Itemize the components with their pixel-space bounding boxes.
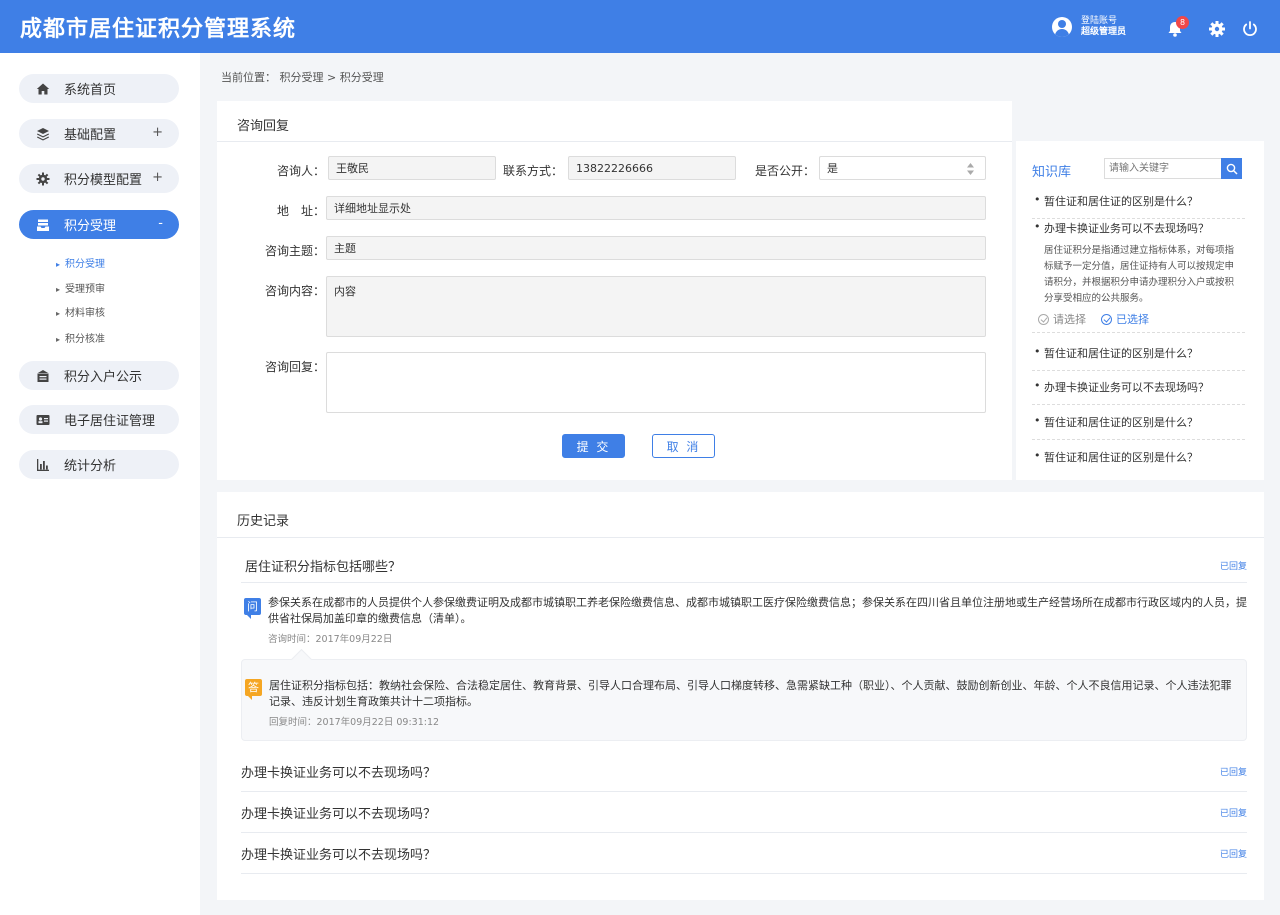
sidebar-item-points-acceptance[interactable]: 积分受理 -: [19, 210, 179, 239]
content-field[interactable]: 内容: [326, 276, 986, 337]
asker-label: 咨询人：: [276, 164, 325, 178]
public-label: 是否公开：: [754, 164, 815, 178]
announce-icon: [37, 369, 49, 382]
reply-textarea[interactable]: [326, 352, 986, 413]
status-badge: 已回复: [1219, 850, 1247, 860]
public-select[interactable]: 是: [819, 156, 986, 180]
breadcrumb: 当前位置： 积分受理 > 积分受理: [221, 71, 384, 84]
notification-badge: 8: [1176, 16, 1189, 29]
sidebar-item-residency-announce[interactable]: 积分入户公示: [19, 361, 179, 390]
avatar-icon: [1052, 17, 1072, 37]
select-arrows-icon: [967, 163, 974, 175]
public-select-value: 是: [827, 162, 838, 175]
address-field[interactable]: 详细地址显示处: [326, 196, 986, 220]
kb-question[interactable]: 暂住证和居住证的区别是什么？: [1032, 449, 1245, 474]
sidebar-item-label: 积分入户公示: [64, 370, 143, 385]
inbox-icon: [37, 219, 49, 231]
sidebar-item-model-config[interactable]: 积分模型配置 +: [19, 164, 179, 193]
history-row[interactable]: 办理卡换证业务可以不去现场吗？ 已回复: [241, 762, 1247, 792]
panel-title: 咨询回复: [237, 119, 290, 134]
layers-icon: [37, 127, 49, 140]
kb-question[interactable]: 暂住证和居住证的区别是什么？: [1032, 193, 1245, 219]
power-icon[interactable]: [1241, 20, 1259, 38]
sidebar-item-label: 基础配置: [64, 128, 117, 143]
kb-option-unselected[interactable]: 请选择: [1038, 311, 1086, 327]
kb-option-selected[interactable]: 已选择: [1101, 311, 1149, 327]
contact-field[interactable]: 13822226666: [568, 156, 736, 180]
bar-chart-icon: [37, 458, 49, 471]
settings-gear-icon[interactable]: [1208, 20, 1226, 38]
answer-icon: 答: [245, 679, 262, 700]
question-detail: 参保关系在成都市的人员提供个人参保缴费证明及成都市城镇职工养老保险缴费信息、成都…: [268, 596, 1247, 625]
account-label: 登陆账号: [1081, 16, 1118, 26]
answer-detail: 居住证积分指标包括：教纳社会保险、合法稳定居住、教育背景、引导人口合理布局、引导…: [269, 679, 1232, 708]
history-question: 办理卡换证业务可以不去现场吗？: [241, 807, 437, 822]
status-badge: 已回复: [1219, 562, 1247, 572]
check-circle-icon: [1038, 313, 1049, 325]
account-role: 超级管理员: [1081, 27, 1127, 37]
kb-question[interactable]: 办理卡换证业务可以不去现场吗？: [1032, 220, 1245, 245]
contact-label: 联系方式：: [502, 164, 563, 178]
history-row[interactable]: 办理卡换证业务可以不去现场吗？ 已回复: [241, 844, 1247, 874]
reply-label: 咨询回复：: [264, 360, 325, 374]
question-icon: 问: [244, 598, 261, 619]
top-header: 成都市居住证积分管理系统 登陆账号 超级管理员 8: [0, 0, 1280, 53]
sidebar-item-statistics[interactable]: 统计分析: [19, 450, 179, 479]
address-label: 地 址：: [276, 204, 325, 218]
sidebar-item-label: 积分模型配置: [64, 173, 143, 188]
kb-title: 知识库: [1032, 165, 1072, 180]
sidebar-item-basic-config[interactable]: 基础配置 +: [19, 119, 179, 148]
status-badge: 已回复: [1219, 768, 1247, 778]
gear-icon: [36, 172, 50, 185]
sidebar-subitem-approval[interactable]: 积分核准: [56, 330, 105, 345]
consult-panel: 咨询回复 咨询人： 王敬民 联系方式： 13822226666 是否公开： 是 …: [217, 101, 1012, 480]
history-row[interactable]: 居住证积分指标包括哪些？ 已回复: [241, 556, 1247, 583]
kb-question[interactable]: 暂住证和居住证的区别是什么？: [1032, 414, 1245, 440]
answer-time: 回复时间：2017年09月22日 09:31:12: [269, 717, 440, 728]
sidebar: 系统首页 基础配置 + 积分模型配置 + 积分受理 - 积分受理 受理预审 材料…: [0, 53, 200, 915]
answer-box: 答 居住证积分指标包括：教纳社会保险、合法稳定居住、教育背景、引导人口合理布局、…: [241, 659, 1247, 741]
sidebar-item-label: 积分受理: [64, 219, 117, 234]
sidebar-subitem-acceptance[interactable]: 积分受理: [56, 255, 105, 270]
status-badge: 已回复: [1219, 809, 1247, 819]
history-row[interactable]: 办理卡换证业务可以不去现场吗？ 已回复: [241, 803, 1247, 833]
kb-question[interactable]: 办理卡换证业务可以不去现场吗？: [1032, 379, 1245, 405]
question-time: 咨询时间：2017年09月22日: [268, 634, 393, 645]
history-question: 办理卡换证业务可以不去现场吗？: [241, 766, 437, 781]
sidebar-item-e-residence[interactable]: 电子居住证管理: [19, 405, 179, 434]
collapse-toggle[interactable]: -: [158, 216, 163, 231]
cancel-button[interactable]: 取 消: [652, 434, 715, 458]
user-account[interactable]: 登陆账号 超级管理员: [1052, 16, 1126, 38]
panel-title: 历史记录: [237, 514, 290, 529]
kb-search-input[interactable]: [1104, 158, 1222, 179]
content-label: 咨询内容：: [264, 284, 325, 298]
expand-toggle[interactable]: +: [152, 125, 163, 140]
sidebar-subitem-material-review[interactable]: 材料审核: [56, 304, 105, 319]
sidebar-item-label: 系统首页: [64, 83, 117, 98]
app-title: 成都市居住证积分管理系统: [20, 17, 297, 42]
subject-label: 咨询主题：: [264, 244, 325, 258]
home-icon: [36, 83, 50, 94]
check-circle-icon: [1101, 313, 1112, 325]
history-panel: 历史记录 居住证积分指标包括哪些？ 已回复 问 参保关系在成都市的人员提供个人参…: [217, 492, 1264, 900]
asker-field[interactable]: 王敬民: [328, 156, 496, 180]
sidebar-item-label: 电子居住证管理: [64, 414, 156, 429]
kb-search-button[interactable]: [1221, 158, 1242, 179]
id-card-icon: [36, 414, 50, 425]
history-question: 办理卡换证业务可以不去现场吗？: [241, 848, 437, 863]
search-icon: [1226, 163, 1238, 175]
submit-button[interactable]: 提 交: [562, 434, 625, 458]
sidebar-subitem-pre-review[interactable]: 受理预审: [56, 280, 105, 295]
kb-answer: 居住证积分是指通过建立指标体系，对每项指标赋予一定分值，居住证持有人可以按规定申…: [1044, 245, 1235, 304]
sidebar-item-label: 统计分析: [64, 459, 117, 474]
sidebar-item-home[interactable]: 系统首页: [19, 74, 179, 103]
kb-question[interactable]: 暂住证和居住证的区别是什么？: [1032, 345, 1245, 371]
subject-field[interactable]: 主题: [326, 236, 986, 260]
knowledge-base-panel: 知识库 暂住证和居住证的区别是什么？ 办理卡换证业务可以不去现场吗？ 居住证积分…: [1016, 141, 1264, 480]
history-question: 居住证积分指标包括哪些？: [245, 560, 402, 575]
expand-toggle[interactable]: +: [152, 170, 163, 185]
